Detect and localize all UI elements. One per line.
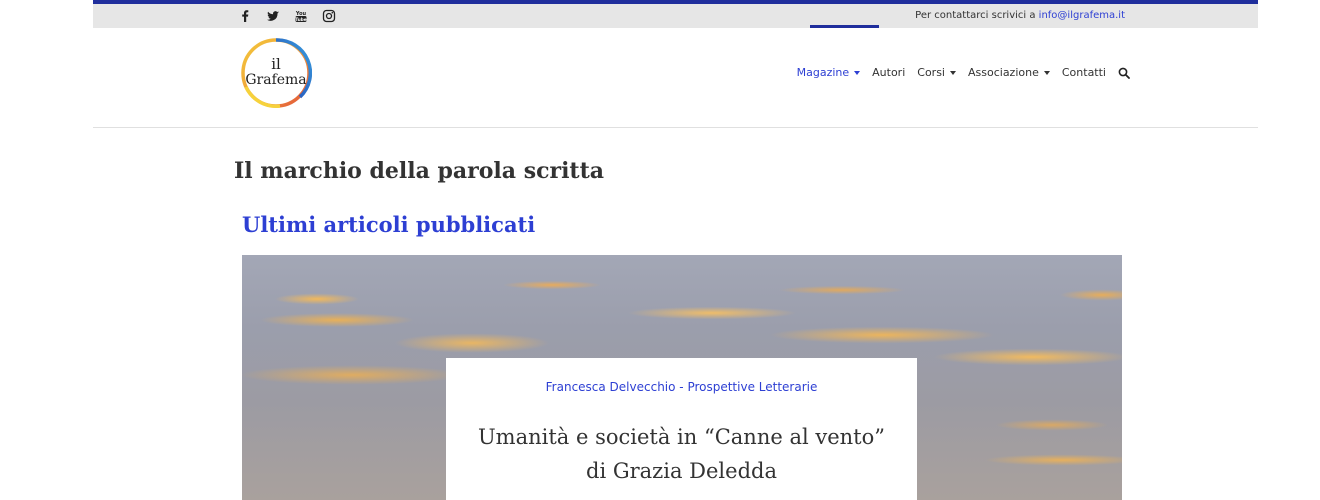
site-header: il Grafema Magazine Autori Corsi Associa…	[93, 28, 1258, 128]
twitter-icon[interactable]	[266, 9, 280, 23]
main-menu: Magazine Autori Corsi Associazione Conta…	[797, 66, 1130, 79]
search-icon[interactable]	[1118, 67, 1130, 79]
site-tagline: Il marchio della parola scritta	[234, 158, 605, 184]
section-title: Ultimi articoli pubblicati	[242, 212, 536, 237]
menu-item-label: Autori	[872, 66, 906, 79]
social-links: You Tube	[238, 9, 336, 23]
menu-item-associazione[interactable]: Associazione	[968, 66, 1050, 79]
caret-down-icon	[854, 70, 861, 75]
top-bar: You Tube Per contattarci scrivici a info@…	[93, 0, 1258, 28]
menu-item-label: Contatti	[1061, 66, 1106, 79]
menu-item-magazine[interactable]: Magazine	[797, 66, 861, 79]
logo-wordmark: il Grafema	[240, 37, 312, 109]
contact-email-link[interactable]: info@ilgrafema.it	[1039, 10, 1125, 21]
featured-article-card[interactable]: Francesca Delvecchio - Prospettive Lette…	[446, 358, 917, 500]
logo-line-1: il	[271, 55, 281, 73]
instagram-icon[interactable]	[322, 9, 336, 23]
menu-item-autori[interactable]: Autori	[872, 66, 905, 79]
contact-label: Per contattarci scrivici a	[915, 10, 1039, 21]
contact-text: Per contattarci scrivici a info@ilgrafem…	[915, 10, 1125, 21]
article-meta[interactable]: Francesca Delvecchio - Prospettive Lette…	[446, 380, 917, 394]
menu-item-label: Associazione	[968, 66, 1039, 79]
logo-line-2: Grafema	[245, 72, 307, 88]
menu-item-contatti[interactable]: Contatti	[1062, 66, 1106, 79]
caret-down-icon	[1043, 70, 1050, 75]
facebook-icon[interactable]	[238, 9, 252, 23]
menu-item-label: Magazine	[796, 66, 850, 79]
caret-down-icon	[950, 70, 956, 75]
svg-text:Tube: Tube	[295, 17, 306, 22]
youtube-icon[interactable]: You Tube	[294, 9, 308, 23]
menu-item-corsi[interactable]: Corsi	[917, 66, 956, 79]
menu-item-label: Corsi	[917, 66, 945, 79]
article-title[interactable]: Umanità e società in “Canne al vento” di…	[476, 420, 887, 488]
